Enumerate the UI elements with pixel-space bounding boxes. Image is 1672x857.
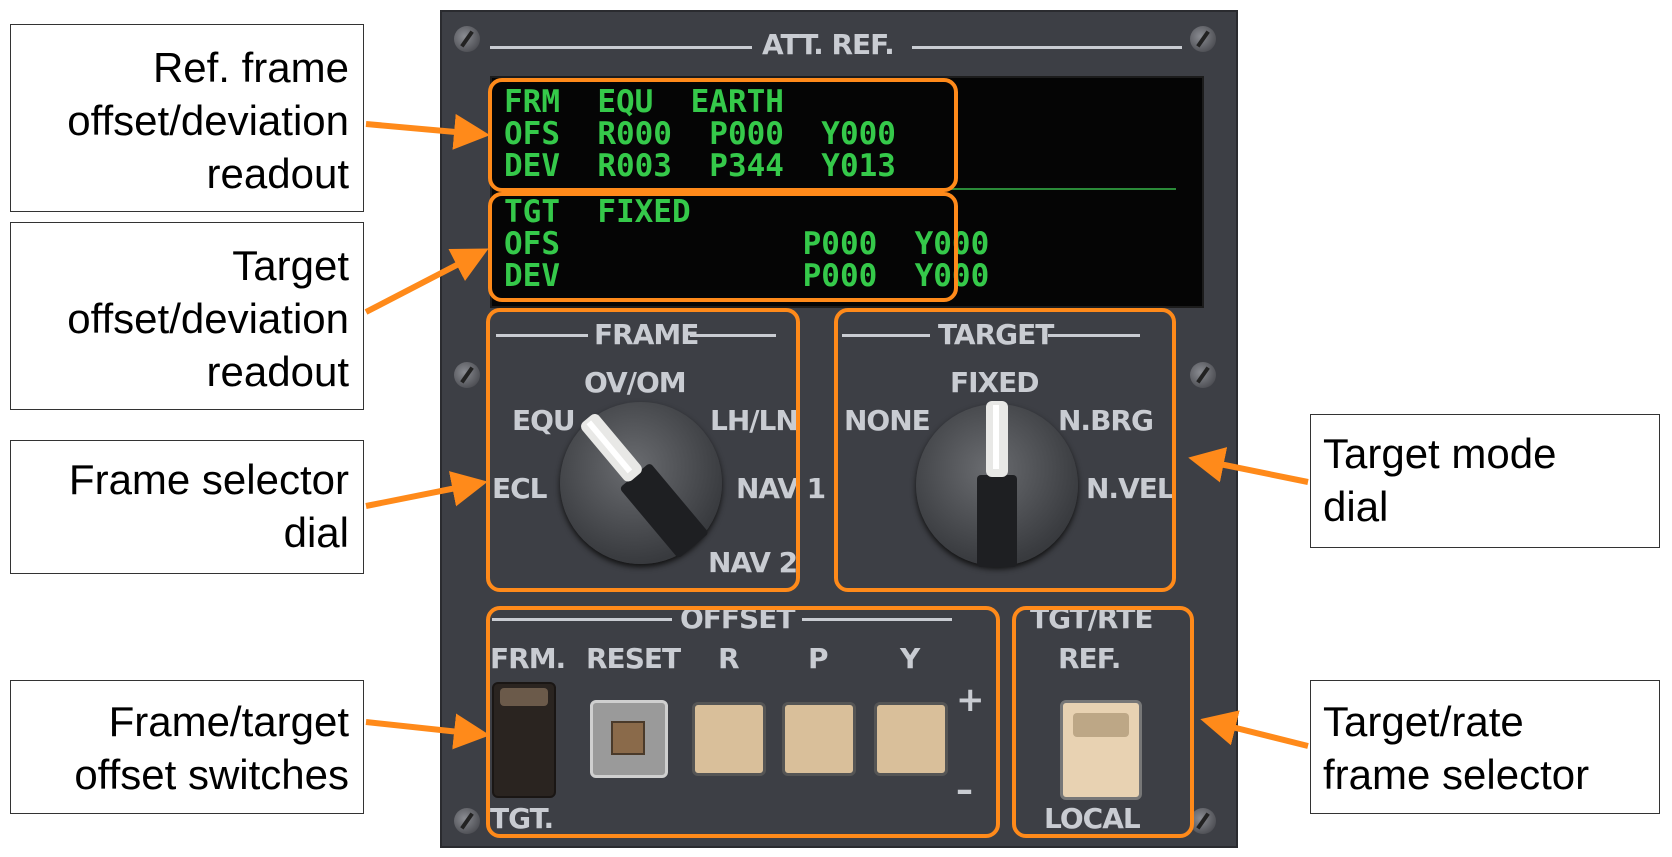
arrow-tgt-rate	[1200, 710, 1309, 749]
arrow-frame-dial	[365, 471, 488, 509]
arrow-offset-switches	[365, 713, 490, 750]
callout-arrows	[364, 113, 1309, 750]
arrow-target-readout	[364, 248, 489, 315]
arrow-target-mode	[1188, 447, 1309, 485]
arrow-ref-frame	[365, 113, 490, 150]
